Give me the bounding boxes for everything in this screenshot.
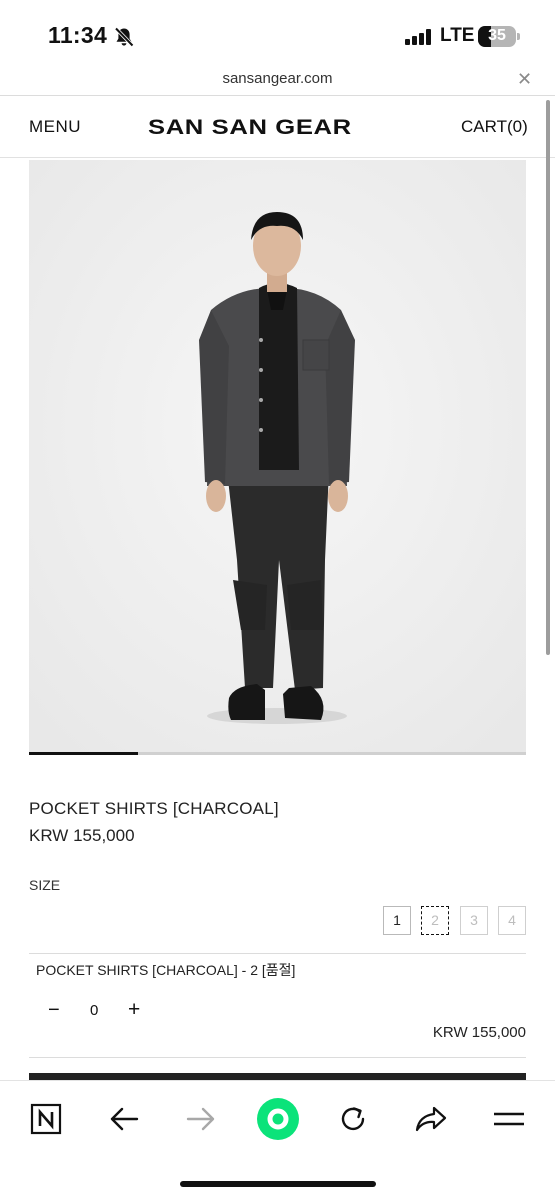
menu-button[interactable]: MENU xyxy=(29,117,81,137)
network-type: LTE xyxy=(440,25,475,46)
status-time: 11:34 xyxy=(48,22,108,48)
green-dot-icon[interactable] xyxy=(256,1097,300,1141)
scrollbar[interactable] xyxy=(546,100,550,655)
site-header: MENU SAN SAN GEAR CART(0) xyxy=(0,96,555,158)
forward-arrow-icon[interactable] xyxy=(179,1097,223,1141)
back-arrow-icon[interactable] xyxy=(102,1097,146,1141)
hamburger-menu-icon[interactable] xyxy=(487,1097,531,1141)
site-logo[interactable]: SAN SAN GEAR xyxy=(148,116,352,140)
url-bar[interactable]: sansangear.com ✕ xyxy=(0,66,555,94)
naver-n-icon[interactable] xyxy=(24,1097,68,1141)
size-label: SIZE xyxy=(29,877,61,893)
selected-item-label: POCKET SHIRTS [CHARCOAL] - 2 [품절] xyxy=(36,962,296,978)
size-option-2[interactable]: 2 xyxy=(421,906,449,935)
gallery-progress xyxy=(29,752,526,755)
battery-icon: 35 xyxy=(478,26,516,47)
gallery-progress-fill xyxy=(29,752,139,755)
url-text[interactable]: sansangear.com xyxy=(0,70,555,87)
size-option-1[interactable]: 1 xyxy=(383,906,411,935)
reload-icon[interactable] xyxy=(331,1097,375,1141)
cart-button[interactable]: CART(0) xyxy=(461,117,528,137)
divider xyxy=(29,1057,526,1058)
size-option-3[interactable]: 3 xyxy=(460,906,488,935)
status-bar: 11:34 LTE 35 xyxy=(0,0,555,66)
close-icon[interactable]: ✕ xyxy=(517,69,532,90)
share-icon[interactable] xyxy=(409,1097,453,1141)
home-indicator xyxy=(180,1181,376,1187)
line-total-price: KRW 155,000 xyxy=(432,1024,526,1041)
bell-slash-icon xyxy=(114,27,134,47)
cellular-signal-icon xyxy=(405,29,433,45)
model-photo xyxy=(29,160,526,752)
quantity-increase-button[interactable]: + xyxy=(128,998,140,1022)
product-price: KRW 155,000 xyxy=(29,826,135,845)
battery-level: 35 xyxy=(488,27,506,44)
product-image[interactable] xyxy=(29,160,526,752)
product-name: POCKET SHIRTS [CHARCOAL] xyxy=(29,799,279,818)
size-option-4[interactable]: 4 xyxy=(498,906,526,935)
quantity-value[interactable]: 0 xyxy=(90,1002,98,1019)
buy-button[interactable] xyxy=(29,1073,526,1080)
quantity-decrease-button[interactable]: − xyxy=(48,999,60,1022)
divider xyxy=(29,953,526,954)
